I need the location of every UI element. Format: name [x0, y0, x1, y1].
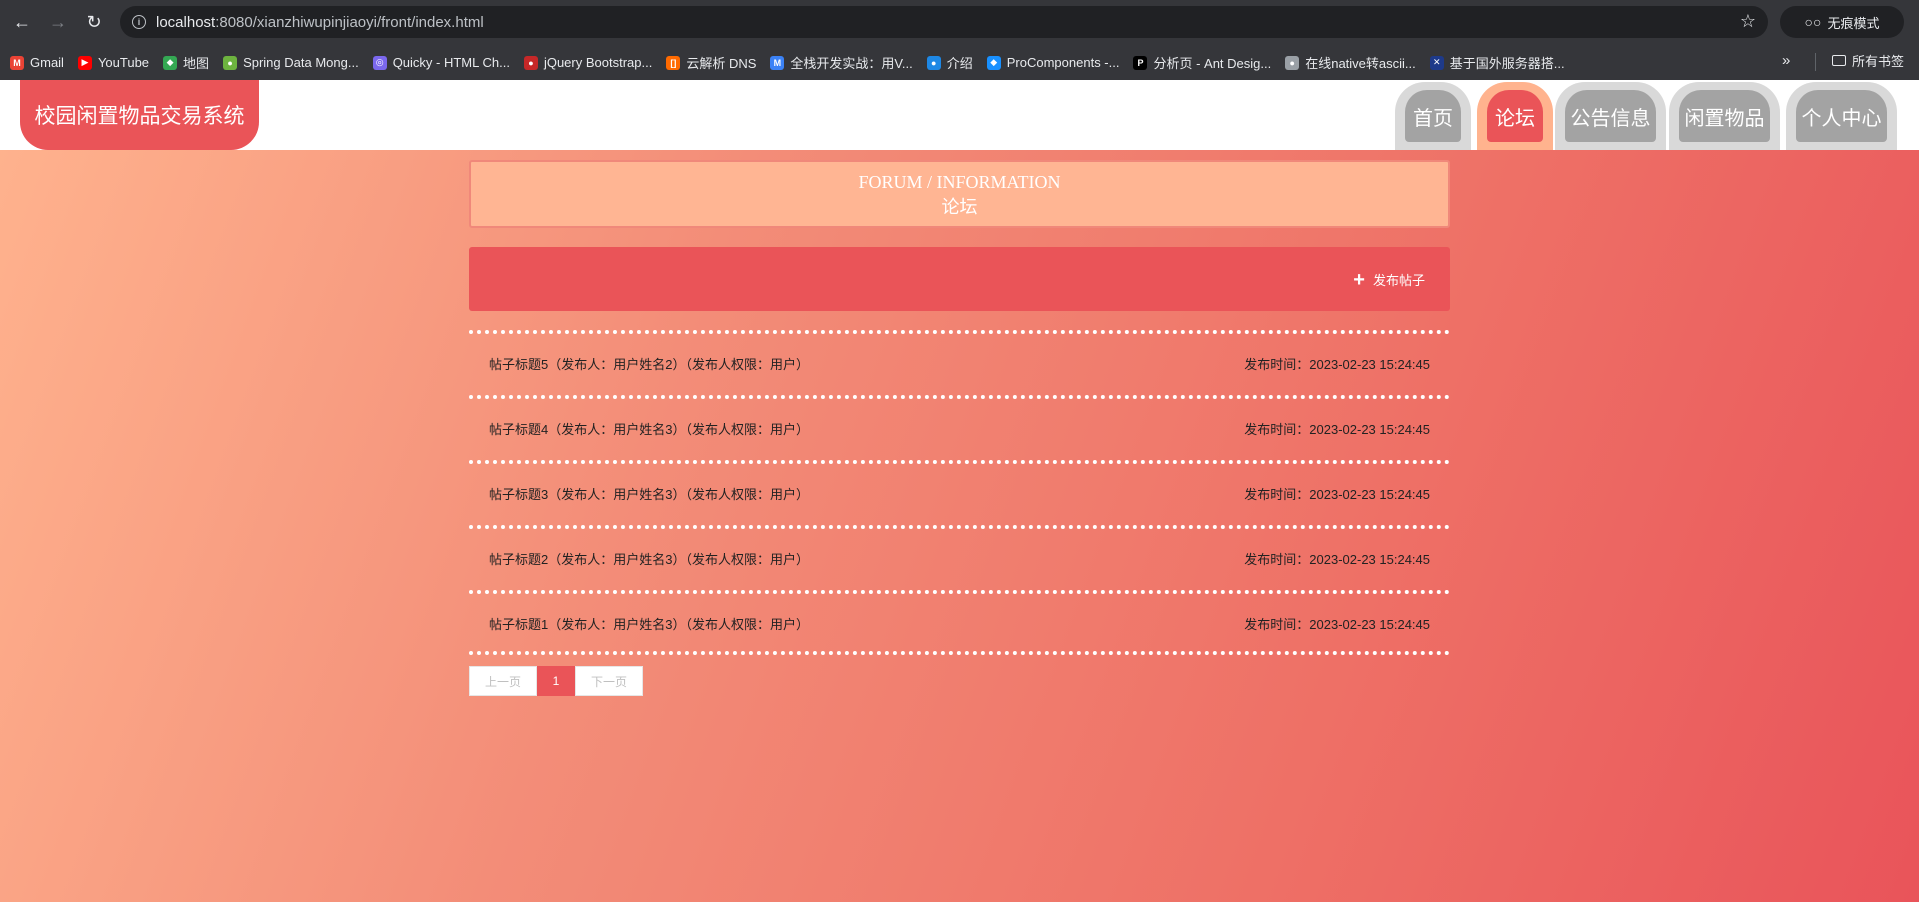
prev-page-button[interactable]: 上一页: [469, 666, 537, 696]
bookmark-item[interactable]: ● 在线native转ascii...: [1285, 53, 1416, 72]
address-bar[interactable]: i localhost:8080/xianzhiwupinjiaoyi/fron…: [120, 6, 1768, 38]
bookmarks-bar: M Gmail ▶ YouTube ◆ 地图 ● Spring Data Mong... ◎ Qu…: [0, 45, 1919, 80]
post-title[interactable]: 帖子标题3（发布人：用户姓名3）（发布人权限：用户）: [489, 484, 809, 503]
publish-post-button[interactable]: + 发布帖子: [1353, 268, 1425, 291]
bookmark-label: 云解析 DNS: [686, 56, 757, 71]
bookmark-item[interactable]: ▶ YouTube: [77, 55, 150, 70]
quicky-icon: ◎: [372, 55, 387, 70]
bookmark-item[interactable]: P 分析页 - Ant Desig...: [1133, 53, 1271, 72]
bookmark-label: Spring Data Mong...: [243, 55, 359, 70]
bookmark-item[interactable]: M Gmail: [10, 55, 64, 70]
bookmark-item[interactable]: ● Spring Data Mong...: [223, 55, 359, 70]
post-row[interactable]: 帖子标题3（发布人：用户姓名3）（发布人权限：用户） 发布时间：2023-02-…: [469, 460, 1450, 525]
bookmark-item[interactable]: ✕ 基于国外服务器搭...: [1429, 53, 1565, 72]
nav-idle-items-label: 闲置物品: [1679, 90, 1770, 142]
forum-title-panel: FORUM / INFORMATION 论坛: [469, 160, 1450, 228]
nav-forum-label: 论坛: [1487, 90, 1543, 142]
bookmark-star-icon[interactable]: ☆: [1740, 11, 1756, 32]
post-time: 发布时间：2023-02-23 15:24:45: [1244, 487, 1430, 502]
pro-icon: P: [1133, 55, 1148, 70]
bookmark-label: 地图: [183, 56, 210, 71]
bookmark-label: 基于国外服务器搭...: [1449, 56, 1565, 71]
post-title[interactable]: 帖子标题4（发布人：用户姓名3）（发布人权限：用户）: [489, 419, 809, 438]
forum-action-bar: + 发布帖子: [469, 247, 1450, 311]
post-title[interactable]: 帖子标题1（发布人：用户姓名3）（发布人权限：用户）: [489, 614, 809, 633]
bookmark-item[interactable]: [] 云解析 DNS: [666, 53, 756, 72]
nav-profile-label: 个人中心: [1796, 90, 1887, 142]
nav-announcements[interactable]: 公告信息: [1555, 82, 1666, 150]
post-list: 帖子标题5（发布人：用户姓名2）（发布人权限：用户） 发布时间：2023-02-…: [469, 330, 1450, 655]
bookmark-label: Quicky - HTML Ch...: [392, 55, 510, 70]
bookmark-label: 分析页 - Ant Desig...: [1153, 56, 1272, 71]
bookmark-label: 全栈开发实战：用V...: [790, 56, 913, 71]
post-time: 发布时间：2023-02-23 15:24:45: [1244, 617, 1430, 632]
procomponents-icon: ◆: [986, 55, 1001, 70]
bookmark-item[interactable]: ● jQuery Bootstrap...: [523, 55, 653, 70]
post-time: 发布时间：2023-02-23 15:24:45: [1244, 357, 1430, 372]
plus-icon: +: [1353, 268, 1365, 291]
jquery-icon: ●: [523, 55, 538, 70]
forum-title-en: FORUM / INFORMATION: [858, 172, 1061, 192]
youtube-icon: ▶: [77, 55, 92, 70]
url-text[interactable]: localhost:8080/xianzhiwupinjiaoyi/front/…: [156, 14, 484, 31]
globe-icon: ●: [1285, 55, 1300, 70]
post-title[interactable]: 帖子标题5（发布人：用户姓名2）（发布人权限：用户）: [489, 354, 809, 373]
post-row[interactable]: 帖子标题4（发布人：用户姓名3）（发布人权限：用户） 发布时间：2023-02-…: [469, 395, 1450, 460]
reload-icon[interactable]: ↻: [76, 5, 112, 41]
post-time: 发布时间：2023-02-23 15:24:45: [1244, 422, 1430, 437]
incognito-label: 无痕模式: [1827, 15, 1880, 31]
forward-arrow-icon[interactable]: →: [40, 5, 76, 41]
bookmark-label: Gmail: [30, 55, 64, 70]
bookmark-item[interactable]: ● 介绍: [926, 53, 973, 72]
flag-icon: ✕: [1429, 55, 1444, 70]
post-row[interactable]: 帖子标题2（发布人：用户姓名3）（发布人权限：用户） 发布时间：2023-02-…: [469, 525, 1450, 590]
bookmark-item[interactable]: M 全栈开发实战：用V...: [770, 53, 913, 72]
m-icon: M: [770, 55, 785, 70]
browser-toolbar: ← → ↻ i localhost:8080/xianzhiwupinjiaoy…: [0, 0, 1919, 45]
site-header: 校园闲置物品交易系统 首页 论坛 公告信息 闲置物品 个人中心: [0, 80, 1919, 150]
nav-profile[interactable]: 个人中心: [1786, 82, 1897, 150]
all-bookmarks-button[interactable]: 所有书签: [1832, 51, 1904, 70]
page-viewport: 校园闲置物品交易系统 首页 论坛 公告信息 闲置物品 个人中心 FORUM / …: [0, 80, 1919, 902]
pagination: 上一页 1 下一页: [469, 666, 643, 696]
incognito-indicator[interactable]: ○○ 无痕模式: [1780, 6, 1904, 38]
next-page-button[interactable]: 下一页: [575, 666, 643, 696]
dns-icon: []: [666, 55, 681, 70]
maps-icon: ◆: [163, 55, 178, 70]
folder-icon: [1832, 55, 1846, 66]
bookmark-label: 介绍: [946, 56, 973, 71]
nav-home[interactable]: 首页: [1395, 82, 1471, 150]
nav-announcements-label: 公告信息: [1565, 90, 1656, 142]
publish-post-label: 发布帖子: [1372, 273, 1425, 288]
bookmark-label: jQuery Bootstrap...: [543, 55, 653, 70]
bookmarks-overflow-icon[interactable]: »: [1782, 52, 1790, 69]
site-info-icon[interactable]: i: [124, 15, 154, 29]
site-logo[interactable]: 校园闲置物品交易系统: [20, 80, 259, 150]
post-row[interactable]: 帖子标题1（发布人：用户姓名3）（发布人权限：用户） 发布时间：2023-02-…: [469, 590, 1450, 655]
bookmark-label: YouTube: [97, 55, 150, 70]
post-title[interactable]: 帖子标题2（发布人：用户姓名3）（发布人权限：用户）: [489, 549, 809, 568]
gmail-icon: M: [10, 55, 24, 70]
post-row[interactable]: 帖子标题5（发布人：用户姓名2）（发布人权限：用户） 发布时间：2023-02-…: [469, 330, 1450, 395]
bookmarks-divider: [1815, 53, 1816, 71]
back-arrow-icon[interactable]: ←: [4, 5, 40, 41]
bookmark-item[interactable]: ◆ ProComponents -...: [986, 55, 1120, 70]
bookmark-label: 在线native转ascii...: [1305, 56, 1416, 71]
bookmark-item[interactable]: ◆ 地图: [163, 53, 209, 72]
intro-icon: ●: [926, 55, 941, 70]
bookmark-label: ProComponents -...: [1006, 55, 1120, 70]
nav-home-label: 首页: [1405, 90, 1461, 142]
bookmark-item[interactable]: ◎ Quicky - HTML Ch...: [372, 55, 510, 70]
all-bookmarks-label: 所有书签: [1852, 54, 1905, 69]
nav-idle-items[interactable]: 闲置物品: [1669, 82, 1780, 150]
nav-forum[interactable]: 论坛: [1477, 82, 1553, 150]
forum-title-zh: 论坛: [941, 197, 978, 217]
spring-icon: ●: [223, 55, 238, 70]
post-time: 发布时间：2023-02-23 15:24:45: [1244, 552, 1430, 567]
current-page-button[interactable]: 1: [537, 666, 575, 696]
incognito-icon: ○○: [1804, 14, 1822, 30]
